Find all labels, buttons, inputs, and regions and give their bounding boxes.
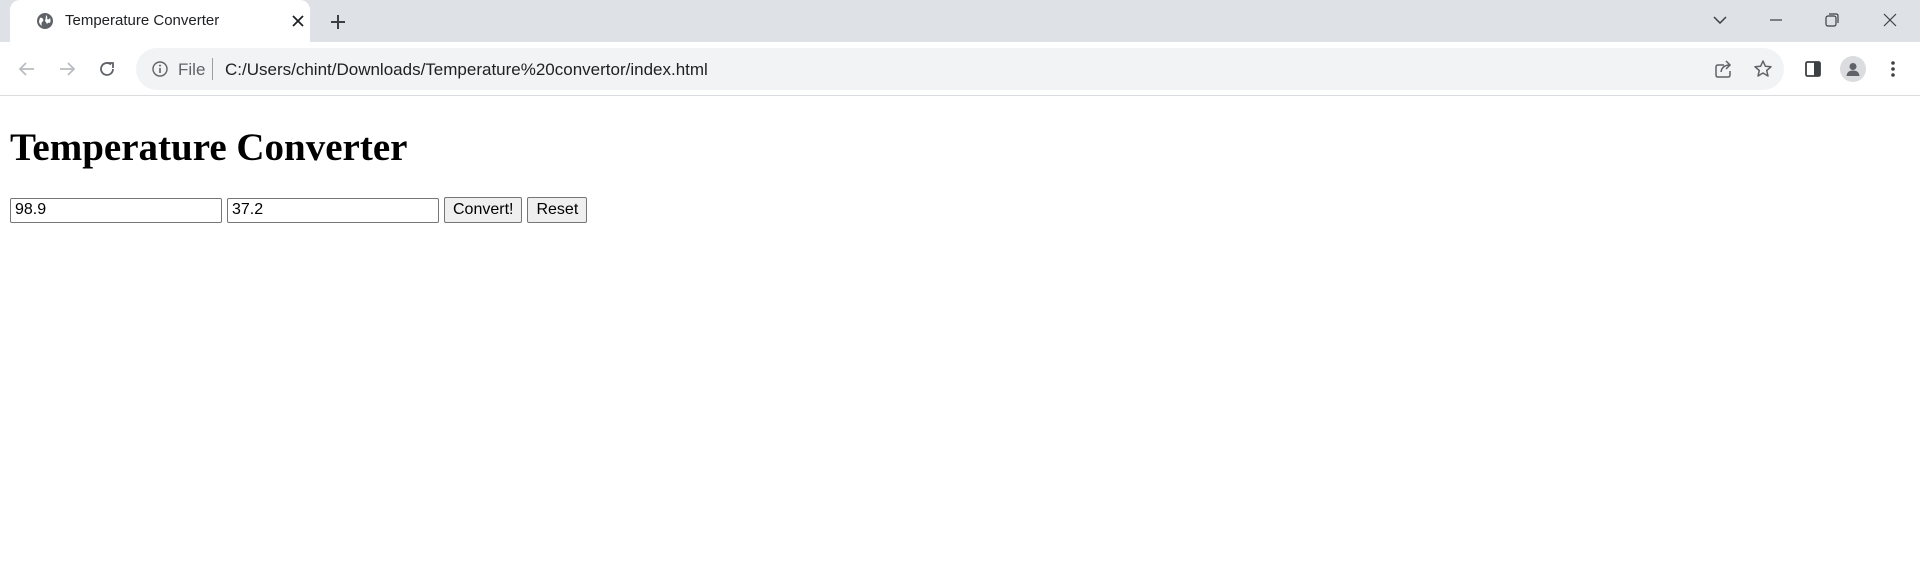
profile-icon[interactable] (1840, 56, 1866, 82)
side-panel-icon[interactable] (1800, 56, 1826, 82)
info-icon[interactable] (150, 59, 170, 79)
reset-button[interactable]: Reset (527, 197, 588, 223)
back-arrow-icon[interactable] (14, 56, 40, 82)
browser-toolbar: File C:/Users/chint/Downloads/Temperatur… (0, 42, 1920, 96)
fahrenheit-input[interactable] (10, 197, 222, 223)
plus-icon[interactable] (326, 10, 350, 34)
close-tab-icon[interactable] (288, 11, 308, 31)
converter-form: Convert! Reset (10, 197, 588, 223)
reload-icon[interactable] (94, 56, 120, 82)
star-icon[interactable] (1752, 58, 1774, 80)
restore-icon[interactable] (1816, 4, 1848, 36)
convert-button[interactable]: Convert! (444, 197, 523, 223)
tab-search-icon[interactable] (1704, 4, 1736, 36)
minimize-icon[interactable] (1760, 4, 1792, 36)
page-content: Temperature Converter Convert! Reset (0, 97, 1920, 582)
scheme-label: File (178, 60, 206, 79)
omnibox-separator (212, 58, 213, 80)
page-title: Temperature Converter (10, 126, 408, 169)
address-bar[interactable]: File C:/Users/chint/Downloads/Temperatur… (136, 48, 1784, 90)
url-text[interactable]: C:/Users/chint/Downloads/Temperature%20c… (225, 60, 708, 80)
more-vert-icon[interactable] (1880, 56, 1906, 82)
celsius-input[interactable] (227, 197, 439, 223)
browser-tab[interactable]: Temperature Converter (10, 0, 310, 42)
share-icon[interactable] (1712, 58, 1734, 80)
close-icon[interactable] (1874, 4, 1906, 36)
globe-icon (36, 12, 54, 30)
forward-arrow-icon[interactable] (54, 56, 80, 82)
tab-strip: Temperature Converter (0, 0, 1920, 42)
tab-title: Temperature Converter (65, 12, 220, 29)
